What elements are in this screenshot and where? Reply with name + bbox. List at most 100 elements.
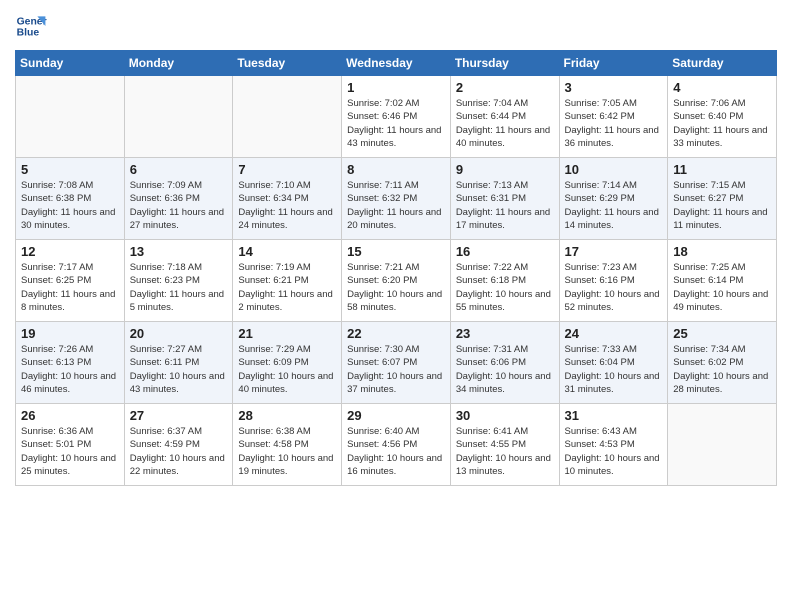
logo: General Blue: [15, 10, 51, 42]
day-info: Sunrise: 7:21 AM Sunset: 6:20 PM Dayligh…: [347, 261, 445, 314]
day-number: 31: [565, 408, 663, 423]
calendar-day-cell: 24 Sunrise: 7:33 AM Sunset: 6:04 PM Dayli…: [559, 322, 668, 404]
day-info: Sunrise: 7:26 AM Sunset: 6:13 PM Dayligh…: [21, 343, 119, 396]
day-number: 21: [238, 326, 336, 341]
day-number: 29: [347, 408, 445, 423]
calendar-day-cell: [233, 76, 342, 158]
calendar-week-row: 12 Sunrise: 7:17 AM Sunset: 6:25 PM Dayli…: [16, 240, 777, 322]
day-number: 30: [456, 408, 554, 423]
day-number: 3: [565, 80, 663, 95]
day-info: Sunrise: 7:05 AM Sunset: 6:42 PM Dayligh…: [565, 97, 663, 150]
calendar-day-cell: 16 Sunrise: 7:22 AM Sunset: 6:18 PM Dayli…: [450, 240, 559, 322]
calendar-page: General Blue SundayMondayTuesdayWednesda…: [0, 0, 792, 612]
day-info: Sunrise: 7:34 AM Sunset: 6:02 PM Dayligh…: [673, 343, 771, 396]
calendar-week-row: 19 Sunrise: 7:26 AM Sunset: 6:13 PM Dayli…: [16, 322, 777, 404]
calendar-day-cell: 11Sunrise: 7:15 AM Sunset: 6:27 PM Dayli…: [668, 158, 777, 240]
day-number: 6: [130, 162, 228, 177]
day-number: 12: [21, 244, 119, 259]
day-number: 4: [673, 80, 771, 95]
weekday-header: Monday: [124, 51, 233, 76]
calendar-day-cell: 8 Sunrise: 7:11 AM Sunset: 6:32 PM Daylig…: [342, 158, 451, 240]
day-number: 2: [456, 80, 554, 95]
day-info: Sunrise: 7:25 AM Sunset: 6:14 PM Dayligh…: [673, 261, 771, 314]
calendar-day-cell: 25 Sunrise: 7:34 AM Sunset: 6:02 PM Dayli…: [668, 322, 777, 404]
calendar-day-cell: 10 Sunrise: 7:14 AM Sunset: 6:29 PM Dayli…: [559, 158, 668, 240]
calendar-day-cell: [16, 76, 125, 158]
calendar-day-cell: 21 Sunrise: 7:29 AM Sunset: 6:09 PM Dayli…: [233, 322, 342, 404]
day-number: 25: [673, 326, 771, 341]
header: General Blue: [15, 10, 777, 42]
logo-icon: General Blue: [15, 10, 47, 42]
calendar-day-cell: 26 Sunrise: 6:36 AM Sunset: 5:01 PM Dayli…: [16, 404, 125, 486]
calendar-day-cell: 28Sunrise: 6:38 AM Sunset: 4:58 PM Dayli…: [233, 404, 342, 486]
day-number: 9: [456, 162, 554, 177]
day-info: Sunrise: 7:18 AM Sunset: 6:23 PM Dayligh…: [130, 261, 228, 314]
day-number: 15: [347, 244, 445, 259]
day-info: Sunrise: 7:29 AM Sunset: 6:09 PM Dayligh…: [238, 343, 336, 396]
day-number: 24: [565, 326, 663, 341]
calendar-day-cell: 15 Sunrise: 7:21 AM Sunset: 6:20 PM Dayli…: [342, 240, 451, 322]
day-info: Sunrise: 7:17 AM Sunset: 6:25 PM Dayligh…: [21, 261, 119, 314]
calendar-day-cell: 9 Sunrise: 7:13 AM Sunset: 6:31 PM Daylig…: [450, 158, 559, 240]
weekday-header: Friday: [559, 51, 668, 76]
calendar-day-cell: 20Sunrise: 7:27 AM Sunset: 6:11 PM Dayli…: [124, 322, 233, 404]
day-info: Sunrise: 7:02 AM Sunset: 6:46 PM Dayligh…: [347, 97, 445, 150]
day-number: 19: [21, 326, 119, 341]
calendar-day-cell: 18 Sunrise: 7:25 AM Sunset: 6:14 PM Dayli…: [668, 240, 777, 322]
calendar-header-row: SundayMondayTuesdayWednesdayThursdayFrid…: [16, 51, 777, 76]
calendar-day-cell: 3 Sunrise: 7:05 AM Sunset: 6:42 PM Daylig…: [559, 76, 668, 158]
svg-text:Blue: Blue: [17, 28, 40, 39]
day-info: Sunrise: 7:06 AM Sunset: 6:40 PM Dayligh…: [673, 97, 771, 150]
day-info: Sunrise: 7:13 AM Sunset: 6:31 PM Dayligh…: [456, 179, 554, 232]
calendar-day-cell: 22 Sunrise: 7:30 AM Sunset: 6:07 PM Dayli…: [342, 322, 451, 404]
calendar-table: SundayMondayTuesdayWednesdayThursdayFrid…: [15, 50, 777, 486]
day-info: Sunrise: 7:27 AM Sunset: 6:11 PM Dayligh…: [130, 343, 228, 396]
day-info: Sunrise: 7:30 AM Sunset: 6:07 PM Dayligh…: [347, 343, 445, 396]
day-number: 16: [456, 244, 554, 259]
day-number: 7: [238, 162, 336, 177]
calendar-day-cell: 29 Sunrise: 6:40 AM Sunset: 4:56 PM Dayli…: [342, 404, 451, 486]
calendar-week-row: 1Sunrise: 7:02 AM Sunset: 6:46 PM Daylig…: [16, 76, 777, 158]
calendar-day-cell: 1Sunrise: 7:02 AM Sunset: 6:46 PM Daylig…: [342, 76, 451, 158]
day-number: 18: [673, 244, 771, 259]
day-number: 13: [130, 244, 228, 259]
day-info: Sunrise: 7:33 AM Sunset: 6:04 PM Dayligh…: [565, 343, 663, 396]
day-number: 10: [565, 162, 663, 177]
day-info: Sunrise: 6:41 AM Sunset: 4:55 PM Dayligh…: [456, 425, 554, 478]
calendar-day-cell: 27 Sunrise: 6:37 AM Sunset: 4:59 PM Dayli…: [124, 404, 233, 486]
calendar-week-row: 26 Sunrise: 6:36 AM Sunset: 5:01 PM Dayli…: [16, 404, 777, 486]
day-info: Sunrise: 7:14 AM Sunset: 6:29 PM Dayligh…: [565, 179, 663, 232]
day-info: Sunrise: 7:19 AM Sunset: 6:21 PM Dayligh…: [238, 261, 336, 314]
day-info: Sunrise: 7:22 AM Sunset: 6:18 PM Dayligh…: [456, 261, 554, 314]
day-info: Sunrise: 7:23 AM Sunset: 6:16 PM Dayligh…: [565, 261, 663, 314]
day-number: 14: [238, 244, 336, 259]
calendar-week-row: 5Sunrise: 7:08 AM Sunset: 6:38 PM Daylig…: [16, 158, 777, 240]
day-info: Sunrise: 7:08 AM Sunset: 6:38 PM Dayligh…: [21, 179, 119, 232]
day-info: Sunrise: 7:15 AM Sunset: 6:27 PM Dayligh…: [673, 179, 771, 232]
day-info: Sunrise: 7:31 AM Sunset: 6:06 PM Dayligh…: [456, 343, 554, 396]
calendar-day-cell: 30 Sunrise: 6:41 AM Sunset: 4:55 PM Dayli…: [450, 404, 559, 486]
day-number: 8: [347, 162, 445, 177]
calendar-day-cell: 12 Sunrise: 7:17 AM Sunset: 6:25 PM Dayli…: [16, 240, 125, 322]
calendar-day-cell: 23Sunrise: 7:31 AM Sunset: 6:06 PM Dayli…: [450, 322, 559, 404]
calendar-day-cell: 5Sunrise: 7:08 AM Sunset: 6:38 PM Daylig…: [16, 158, 125, 240]
calendar-day-cell: 6 Sunrise: 7:09 AM Sunset: 6:36 PM Daylig…: [124, 158, 233, 240]
day-info: Sunrise: 6:37 AM Sunset: 4:59 PM Dayligh…: [130, 425, 228, 478]
day-info: Sunrise: 6:38 AM Sunset: 4:58 PM Dayligh…: [238, 425, 336, 478]
weekday-header: Thursday: [450, 51, 559, 76]
calendar-day-cell: 31Sunrise: 6:43 AM Sunset: 4:53 PM Dayli…: [559, 404, 668, 486]
calendar-day-cell: 13 Sunrise: 7:18 AM Sunset: 6:23 PM Dayli…: [124, 240, 233, 322]
calendar-day-cell: 4 Sunrise: 7:06 AM Sunset: 6:40 PM Daylig…: [668, 76, 777, 158]
day-number: 22: [347, 326, 445, 341]
calendar-day-cell: 14 Sunrise: 7:19 AM Sunset: 6:21 PM Dayli…: [233, 240, 342, 322]
day-info: Sunrise: 6:40 AM Sunset: 4:56 PM Dayligh…: [347, 425, 445, 478]
day-info: Sunrise: 7:11 AM Sunset: 6:32 PM Dayligh…: [347, 179, 445, 232]
calendar-day-cell: [124, 76, 233, 158]
day-number: 26: [21, 408, 119, 423]
weekday-header: Sunday: [16, 51, 125, 76]
day-info: Sunrise: 7:10 AM Sunset: 6:34 PM Dayligh…: [238, 179, 336, 232]
day-info: Sunrise: 6:36 AM Sunset: 5:01 PM Dayligh…: [21, 425, 119, 478]
calendar-day-cell: 2Sunrise: 7:04 AM Sunset: 6:44 PM Daylig…: [450, 76, 559, 158]
day-number: 27: [130, 408, 228, 423]
day-info: Sunrise: 7:09 AM Sunset: 6:36 PM Dayligh…: [130, 179, 228, 232]
